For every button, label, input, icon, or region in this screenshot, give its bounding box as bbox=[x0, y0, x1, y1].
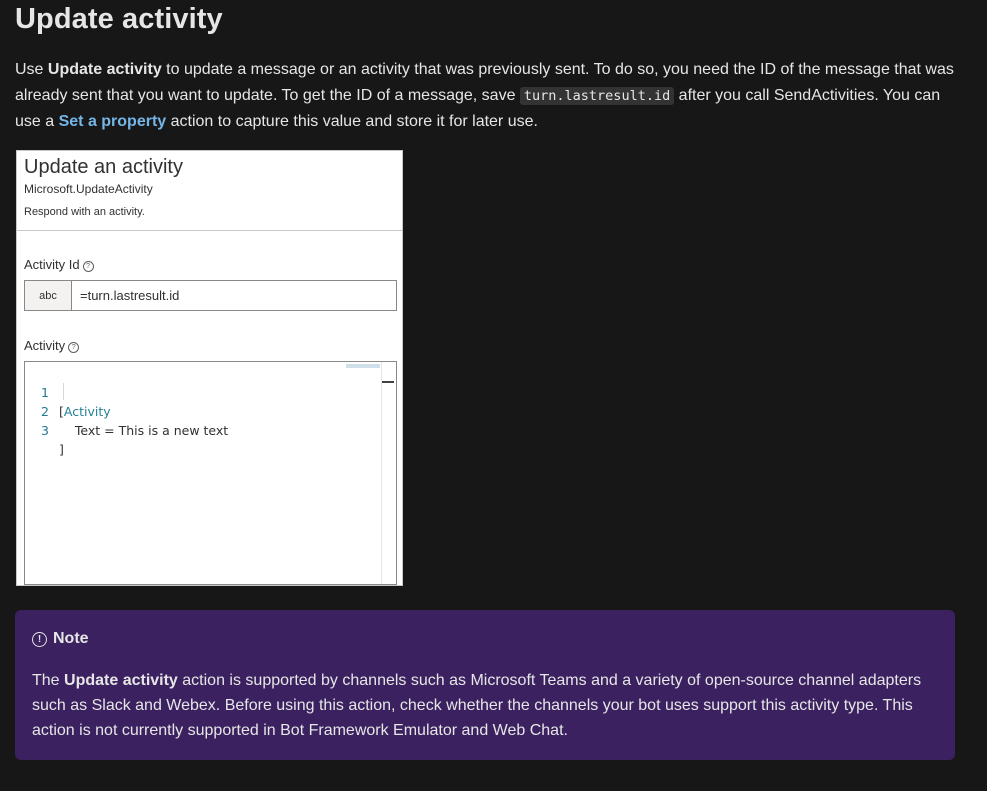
activity-id-label-text: Activity Id bbox=[24, 257, 80, 272]
activity-code-editor[interactable]: 1 [Activity 2 Text = This is a new text … bbox=[24, 361, 397, 585]
update-activity-screenshot: Update an activity Microsoft.UpdateActiv… bbox=[16, 150, 403, 586]
type-selector-button[interactable]: abc bbox=[25, 281, 72, 310]
help-icon: ? bbox=[82, 261, 94, 272]
info-icon: ! bbox=[32, 631, 47, 647]
panel-description: Respond with an activity. bbox=[24, 206, 145, 218]
set-a-property-link[interactable]: Set a property bbox=[59, 113, 167, 130]
page-title: Update activity bbox=[15, 3, 223, 35]
editor-minimap bbox=[346, 364, 380, 368]
activity-label: Activity? bbox=[24, 338, 80, 353]
indent-guide bbox=[63, 383, 64, 400]
code-keyword: Activity bbox=[63, 404, 111, 419]
note-callout: ! Note The Update activity action is sup… bbox=[15, 610, 955, 760]
intro-paragraph: Use Update activity to update a message … bbox=[15, 57, 960, 135]
note-body: The Update activity action is supported … bbox=[32, 668, 932, 743]
docs-page: Update activity Use Update activity to u… bbox=[0, 0, 987, 791]
note-header: ! Note bbox=[32, 630, 89, 648]
panel-subtitle: Microsoft.UpdateActivity bbox=[24, 182, 153, 196]
intro-text-1: Use bbox=[15, 61, 48, 78]
intro-text-4: action to capture this value and store i… bbox=[166, 113, 538, 130]
help-icon: ? bbox=[68, 342, 80, 353]
note-text-1: The bbox=[32, 672, 65, 689]
activity-id-label: Activity Id? bbox=[24, 257, 94, 272]
code-line: 3 ] bbox=[25, 402, 64, 457]
panel-title: Update an activity bbox=[24, 156, 183, 178]
intro-bold-update-activity: Update activity bbox=[47, 61, 162, 78]
note-bold-update-activity: Update activity bbox=[64, 672, 178, 689]
code-text: Text = This is a new text bbox=[59, 423, 229, 438]
activity-id-input[interactable]: =turn.lastresult.id bbox=[72, 281, 179, 310]
activity-id-field[interactable]: abc =turn.lastresult.id bbox=[24, 280, 397, 311]
code-text: ] bbox=[59, 442, 64, 457]
scrollbar-marker bbox=[382, 381, 394, 383]
code-line: 1 [Activity bbox=[25, 364, 111, 419]
activity-label-text: Activity bbox=[24, 338, 66, 353]
code-text: [Activity bbox=[59, 404, 111, 419]
code-line: 2 Text = This is a new text bbox=[25, 383, 228, 438]
editor-scrollbar[interactable] bbox=[381, 362, 396, 584]
panel-divider bbox=[17, 230, 402, 231]
intro-code-lastresult: turn.lastresult.id bbox=[519, 87, 675, 105]
line-number: 3 bbox=[41, 423, 49, 438]
note-title: Note bbox=[53, 630, 89, 647]
